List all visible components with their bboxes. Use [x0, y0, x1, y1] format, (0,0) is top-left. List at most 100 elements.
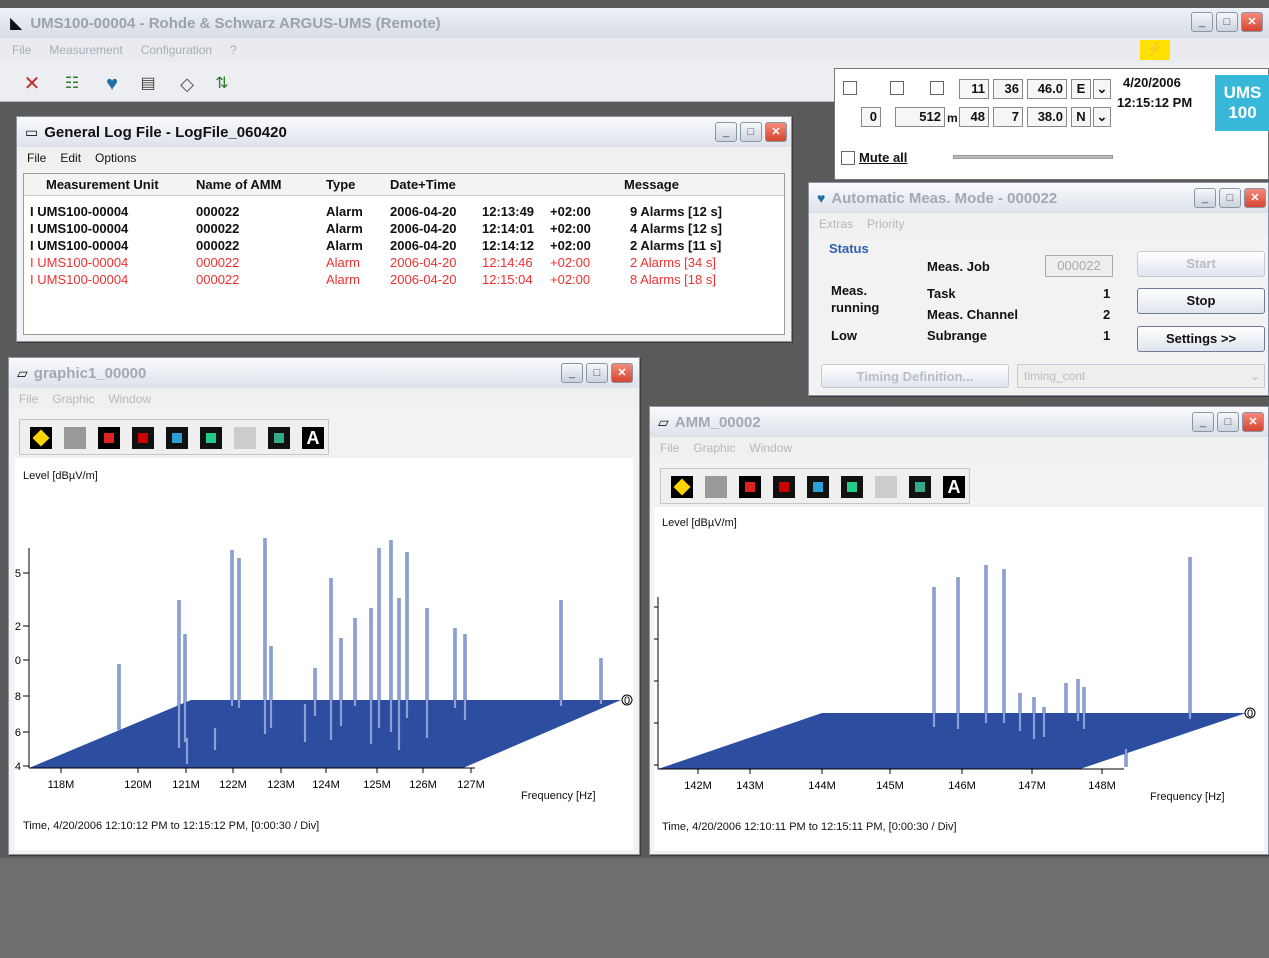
log-row[interactable]: I UMS100-00004 000022 Alarm 2006-04-20 12:14… [24, 238, 784, 255]
lat-hours-field[interactable]: 48 [959, 107, 989, 127]
log-menu-file[interactable]: File [27, 151, 46, 165]
black-red-icon[interactable] [132, 427, 154, 449]
meas-job-field[interactable]: 000022 [1045, 255, 1113, 277]
blue-gradient-icon[interactable] [166, 427, 188, 449]
dark-trace-icon[interactable] [268, 427, 290, 449]
x-tick-label: 144M [808, 780, 836, 791]
graphic1-close-button[interactable]: ✕ [611, 363, 633, 383]
ew-field[interactable]: E [1071, 79, 1091, 99]
text-a-icon[interactable]: A [943, 476, 965, 498]
message-cell: 2 Alarms [34 s] [630, 255, 716, 270]
graphic1-maximize-button[interactable]: □ [586, 363, 608, 383]
x-tick-label: 146M [948, 780, 976, 791]
auto-maximize-button[interactable]: □ [1219, 188, 1241, 208]
menu-file[interactable]: File [12, 43, 31, 57]
auto-minimize-button[interactable]: _ [1194, 188, 1216, 208]
log-row[interactable]: I UMS100-00004 000022 Alarm 2006-04-20 12:15… [24, 272, 784, 289]
checkbox-2[interactable] [890, 81, 904, 95]
minimize-button[interactable]: _ [1191, 12, 1213, 32]
graphic1-title: graphic1_00000 [33, 364, 147, 382]
menu-measurement[interactable]: Measurement [49, 43, 122, 57]
close-button[interactable]: ✕ [1241, 12, 1263, 32]
disconnect-icon[interactable]: ✕ [20, 72, 44, 96]
mute-checkbox[interactable] [841, 151, 855, 165]
red-spectrum-icon[interactable] [98, 427, 120, 449]
graphic1-menu-window[interactable]: Window [108, 392, 151, 406]
zero-label: 0 [1247, 708, 1253, 720]
green-map-icon[interactable] [841, 476, 863, 498]
panel-icon[interactable]: ▤ [136, 72, 160, 96]
alt-a-field[interactable]: 0 [861, 107, 881, 127]
amm-menu-window[interactable]: Window [749, 441, 792, 455]
heart-icon[interactable]: ♥ [100, 72, 124, 96]
checkbox-3[interactable] [930, 81, 944, 95]
log-menu-options[interactable]: Options [95, 151, 136, 165]
auto-close-button[interactable]: ✕ [1244, 188, 1266, 208]
menu-configuration[interactable]: Configuration [141, 43, 212, 57]
graphic1-menu-file[interactable]: File [19, 392, 38, 406]
ew-dropdown-icon[interactable]: ⌄ [1093, 79, 1111, 99]
start-button[interactable]: Start [1137, 251, 1265, 277]
maximize-button[interactable]: □ [1216, 12, 1238, 32]
timing-definition-button[interactable]: Timing Definition... [821, 364, 1009, 388]
graphic1-minimize-button[interactable]: _ [561, 363, 583, 383]
settings-button[interactable]: Settings >> [1137, 326, 1265, 352]
y-tick-label: 54 [15, 761, 21, 773]
col-message[interactable]: Message [624, 177, 679, 192]
transfer-icon[interactable]: ⇅ [210, 72, 234, 96]
lat-minutes-field[interactable]: 7 [993, 107, 1023, 127]
graphic1-menu-graphic[interactable]: Graphic [52, 392, 94, 406]
ns-field[interactable]: N [1071, 107, 1091, 127]
tag-icon[interactable]: ◇ [175, 72, 199, 96]
log-row[interactable]: I UMS100-00004 000022 Alarm 2006-04-20 12:13… [24, 204, 784, 221]
checkbox-1[interactable] [843, 81, 857, 95]
lat-seconds-field[interactable]: 38.0 [1027, 107, 1067, 127]
col-date-time[interactable]: Date+Time [390, 177, 456, 192]
col-measurement-unit[interactable]: Measurement Unit [46, 177, 159, 192]
time-seconds-field[interactable]: 46.0 [1027, 79, 1067, 99]
amm-cell: 000022 [196, 238, 240, 253]
state-line2: running [831, 300, 880, 315]
diamond-icon[interactable] [671, 476, 693, 498]
amm-menu-graphic[interactable]: Graphic [693, 441, 735, 455]
menu-help[interactable]: ? [230, 43, 237, 57]
log-row[interactable]: I UMS100-00004 000022 Alarm 2006-04-20 12:14… [24, 255, 784, 272]
amm-minimize-button[interactable]: _ [1192, 412, 1214, 432]
light-gray-icon[interactable] [875, 476, 897, 498]
timing-select[interactable]: timing_cont ⌄ [1017, 364, 1265, 388]
red-spectrum-icon[interactable] [739, 476, 761, 498]
col-type[interactable]: Type [326, 177, 355, 192]
time-minutes-field[interactable]: 36 [993, 79, 1023, 99]
light-gray-icon[interactable] [234, 427, 256, 449]
diamond-icon[interactable] [30, 427, 52, 449]
col-name-of-amm[interactable]: Name of AMM [196, 177, 281, 192]
tree-icon[interactable]: ☷ [60, 72, 84, 96]
log-menu-edit[interactable]: Edit [60, 151, 81, 165]
x-tick-label: 126M [409, 779, 437, 788]
channel-label: Meas. Channel [927, 307, 1019, 322]
log-row[interactable]: I UMS100-00004 000022 Alarm 2006-04-20 12:14… [24, 221, 784, 238]
dark-trace-icon[interactable] [909, 476, 931, 498]
log-close-button[interactable]: ✕ [765, 122, 787, 142]
amm-close-button[interactable]: ✕ [1242, 412, 1264, 432]
time-cell: 12:14:12 [482, 238, 535, 253]
amm-menu-file[interactable]: File [660, 441, 679, 455]
blue-gradient-icon[interactable] [807, 476, 829, 498]
black-red-icon[interactable] [773, 476, 795, 498]
green-map-icon[interactable] [200, 427, 222, 449]
stop-button[interactable]: Stop [1137, 288, 1265, 314]
volume-slider[interactable] [953, 155, 1113, 159]
text-a-icon[interactable]: A [302, 427, 324, 449]
date-cell: 2006-04-20 [390, 272, 457, 287]
alt-b-field[interactable]: 512 [895, 107, 945, 127]
log-minimize-button[interactable]: _ [715, 122, 737, 142]
amm-maximize-button[interactable]: □ [1217, 412, 1239, 432]
mute-label: Mute all [859, 150, 908, 165]
time-hours-field[interactable]: 11 [959, 79, 989, 99]
log-maximize-button[interactable]: □ [740, 122, 762, 142]
ns-dropdown-icon[interactable]: ⌄ [1093, 107, 1111, 127]
auto-menu-extras[interactable]: Extras [819, 217, 853, 231]
auto-menu-priority[interactable]: Priority [867, 217, 904, 231]
gray-square-icon[interactable] [64, 427, 86, 449]
gray-square-icon[interactable] [705, 476, 727, 498]
